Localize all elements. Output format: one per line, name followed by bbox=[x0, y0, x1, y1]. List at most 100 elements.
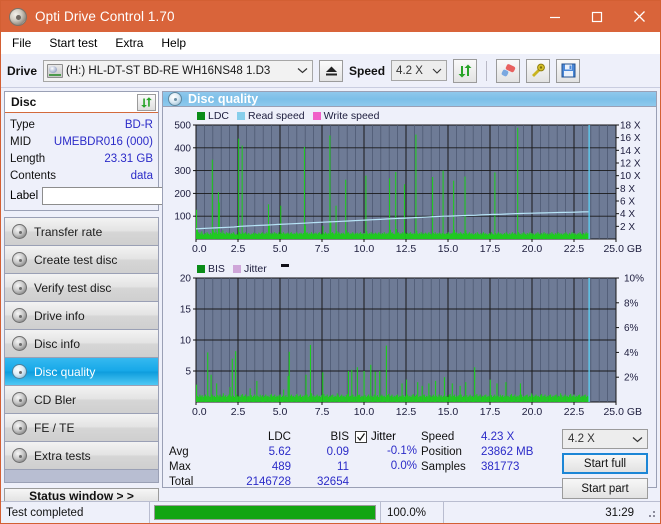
svg-text:10 X: 10 X bbox=[620, 171, 641, 182]
sidebar-item-disc-quality[interactable]: Disc quality bbox=[5, 358, 158, 386]
position-row: Position 23862 MB bbox=[421, 444, 541, 459]
svg-text:4 X: 4 X bbox=[620, 209, 635, 220]
drive-select[interactable]: (H:) HL-DT-ST BD-RE WH16NS48 1.D3 bbox=[43, 59, 314, 82]
drive-toolbar: Drive (H:) HL-DT-ST BD-RE WH16NS48 1.D3 … bbox=[1, 54, 660, 88]
legend-entry-read-speed: Read speed bbox=[237, 110, 305, 122]
bis-jitter-chart: BIS Jitter 5 10 15 20 2% 4% 6% 8% 10% 0.0 2.5 5.0 7.… bbox=[163, 262, 656, 425]
chevron-down-icon bbox=[432, 61, 442, 80]
actions-group: 4.2 X Start full Start part bbox=[541, 429, 650, 499]
status-message: Test completed bbox=[6, 506, 84, 519]
charts-area: LDC Read speed Write speed 100 200 300 400 5… bbox=[163, 107, 656, 425]
drive-label: Drive bbox=[7, 63, 38, 78]
sidebar-item-label: Verify test disc bbox=[34, 280, 112, 295]
svg-text:20.0: 20.0 bbox=[522, 243, 543, 255]
sidebar-item-label: Disc info bbox=[34, 336, 81, 351]
bis-chart-legend: BIS Jitter bbox=[197, 263, 289, 275]
svg-text:500: 500 bbox=[174, 121, 191, 132]
svg-text:10.0: 10.0 bbox=[354, 406, 375, 418]
jitter-label: Jitter bbox=[371, 430, 396, 443]
menu-item-start-test[interactable]: Start test bbox=[45, 35, 106, 52]
disc-refresh-button[interactable] bbox=[137, 93, 156, 111]
stats-avg-ldc: 5.62 bbox=[268, 445, 291, 458]
sidebar-item-label: Transfer rate bbox=[34, 224, 103, 239]
svg-text:12 X: 12 X bbox=[620, 159, 641, 170]
save-button[interactable] bbox=[556, 58, 581, 83]
sidebar-item-extra-tests[interactable]: Extra tests bbox=[5, 442, 158, 470]
sidebar-item-drive-info[interactable]: Drive info bbox=[5, 302, 158, 330]
legend-swatch-ldc bbox=[197, 112, 205, 120]
sidebar-item-cd-bler[interactable]: CD Bler bbox=[5, 386, 158, 414]
sidebar-item-label: Drive info bbox=[34, 308, 85, 323]
samples-row-label: Samples bbox=[421, 460, 466, 473]
page-title: Disc quality bbox=[188, 92, 259, 106]
menu-item-help[interactable]: Help bbox=[157, 35, 195, 52]
disc-icon bbox=[12, 280, 27, 295]
close-icon[interactable] bbox=[618, 1, 660, 32]
chevron-down-icon bbox=[297, 61, 308, 81]
svg-text:22.5: 22.5 bbox=[564, 406, 585, 418]
jitter-value-1: -0.1% bbox=[386, 445, 417, 457]
disc-mid-value: UMEBDR016 (000) bbox=[53, 135, 153, 148]
left-sidebar: Disc Type BD-R MID UMEBDR016 (000) Lengt… bbox=[4, 91, 245, 504]
menu-item-file[interactable]: File bbox=[8, 35, 40, 52]
disc-contents-value: data bbox=[130, 169, 153, 182]
minimize-icon[interactable] bbox=[534, 1, 576, 32]
disc-length-value: 23.31 GB bbox=[104, 152, 153, 165]
maximize-icon[interactable] bbox=[576, 1, 618, 32]
stats-col-ldc: LDC bbox=[267, 430, 291, 443]
position-row-value: 23862 MB bbox=[481, 445, 534, 458]
test-speed-select[interactable]: 4.2 X bbox=[562, 429, 648, 449]
speed-select[interactable]: 4.2 X bbox=[391, 60, 448, 81]
disc-icon bbox=[12, 336, 27, 351]
refresh-button[interactable] bbox=[453, 58, 478, 83]
erase-button[interactable] bbox=[496, 58, 521, 83]
svg-text:5.0: 5.0 bbox=[273, 243, 288, 255]
test-speed-value: 4.2 X bbox=[568, 433, 595, 445]
sidebar-item-fe-te[interactable]: FE / TE bbox=[5, 414, 158, 442]
svg-text:12.5: 12.5 bbox=[396, 406, 417, 418]
legend-entry-jitter: Jitter bbox=[232, 263, 267, 275]
position-row-label: Position bbox=[421, 445, 462, 458]
svg-text:200: 200 bbox=[174, 189, 191, 200]
stats-max-bis: 11 bbox=[337, 460, 349, 473]
window-title: Opti Drive Control 1.70 bbox=[35, 9, 175, 24]
sidebar-item-disc-info[interactable]: Disc info bbox=[5, 330, 158, 358]
table-row: Max 489 11 bbox=[169, 459, 349, 474]
sidebar-item-transfer-rate[interactable]: Transfer rate bbox=[5, 218, 158, 246]
table-row: Total 2146728 32654 bbox=[169, 474, 349, 489]
stats-total-bis: 32654 bbox=[317, 475, 349, 488]
tools-button[interactable] bbox=[526, 58, 551, 83]
resize-grip-icon[interactable] bbox=[644, 506, 658, 520]
jitter-toggle-row[interactable]: Jitter bbox=[355, 429, 421, 444]
eject-button[interactable] bbox=[319, 59, 344, 82]
samples-row: Samples 381773 bbox=[421, 459, 541, 474]
jitter-checkbox[interactable] bbox=[355, 430, 367, 443]
stats-row-label: Total bbox=[169, 475, 194, 488]
samples-row-value: 381773 bbox=[481, 460, 520, 473]
drive-select-value: (H:) HL-DT-ST BD-RE WH16NS48 1.D3 bbox=[66, 64, 271, 77]
bis-chart-svg: 5 10 15 20 2% 4% 6% 8% 10% 0.0 2.5 5.0 7.5 10.0 12.5 15… bbox=[180, 274, 644, 419]
disc-label-label: Label bbox=[10, 189, 39, 202]
sidebar-item-verify-test-disc[interactable]: Verify test disc bbox=[5, 274, 158, 302]
ldc-chart: LDC Read speed Write speed 100 200 300 400 5… bbox=[163, 109, 656, 262]
app-icon bbox=[9, 7, 27, 26]
jitter-marker-icon bbox=[280, 264, 289, 267]
status-separator bbox=[149, 501, 150, 523]
sidebar-item-label: CD Bler bbox=[34, 392, 77, 407]
legend-label-read-speed: Read speed bbox=[248, 110, 305, 122]
svg-text:25.0 GB: 25.0 GB bbox=[603, 243, 642, 255]
svg-text:17.5: 17.5 bbox=[480, 243, 501, 255]
speed-select-value: 4.2 X bbox=[396, 64, 423, 77]
menu-item-extra[interactable]: Extra bbox=[111, 35, 152, 52]
start-full-button[interactable]: Start full bbox=[562, 453, 648, 474]
legend-label-ldc: LDC bbox=[208, 110, 230, 122]
svg-text:14 X: 14 X bbox=[620, 146, 641, 157]
start-part-button[interactable]: Start part bbox=[562, 478, 648, 499]
disc-panel-header: Disc bbox=[5, 92, 158, 113]
stats-row-label: Avg bbox=[169, 445, 189, 458]
svg-text:20.0: 20.0 bbox=[522, 406, 543, 418]
sidebar-item-create-test-disc[interactable]: Create test disc bbox=[5, 246, 158, 274]
svg-text:10%: 10% bbox=[624, 274, 644, 285]
svg-text:2%: 2% bbox=[624, 373, 639, 384]
svg-text:10: 10 bbox=[180, 336, 192, 347]
